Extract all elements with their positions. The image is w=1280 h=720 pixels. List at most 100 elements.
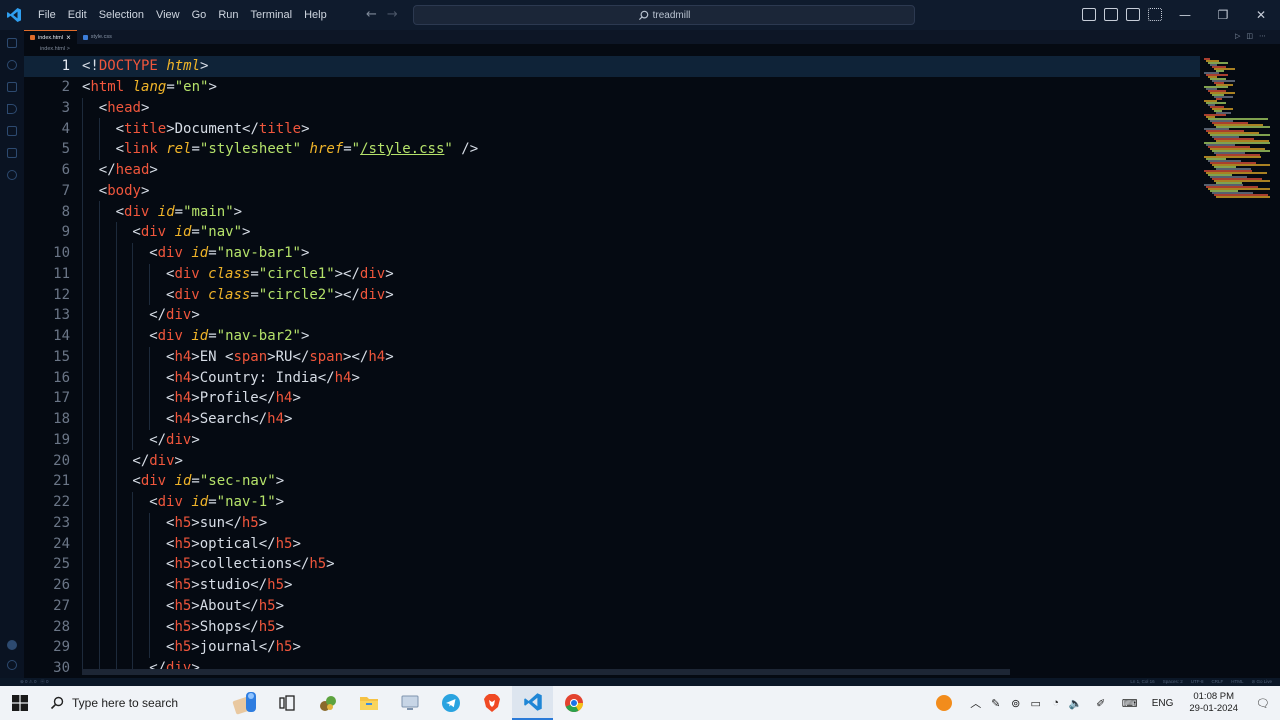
- close-window-button[interactable]: ✕: [1242, 0, 1280, 30]
- widgets-app-icon[interactable]: [225, 686, 266, 720]
- start-button[interactable]: [0, 686, 40, 720]
- menu-selection[interactable]: Selection: [93, 0, 150, 30]
- minimize-button[interactable]: —: [1166, 0, 1204, 30]
- code-line[interactable]: 11 <div class="circle1"></div>: [24, 263, 1200, 285]
- extensions-icon[interactable]: [0, 120, 24, 142]
- vscode-taskbar-icon[interactable]: [512, 686, 553, 720]
- indent-guide: [98, 388, 100, 409]
- code-line[interactable]: 7 <body>: [24, 180, 1200, 202]
- meet-now-icon[interactable]: ⊚: [1006, 686, 1026, 720]
- weather-icon[interactable]: [922, 686, 966, 720]
- toggle-sidebar-icon[interactable]: [1082, 8, 1096, 21]
- game-app-icon[interactable]: [307, 686, 348, 720]
- volume-icon[interactable]: 🔈: [1066, 686, 1086, 720]
- code-editor[interactable]: 1 <!DOCTYPE html> 2 <html lang="en"> 3 <head>…: [24, 56, 1200, 674]
- code-line[interactable]: 14 <div id="nav-bar2">: [24, 325, 1200, 347]
- code-line[interactable]: 8 <div id="main">: [24, 201, 1200, 222]
- more-actions-icon[interactable]: ⋯: [1259, 32, 1266, 40]
- status-bar: ⊗ 0 ⚠ 0 ⓦ 0 Ln 1, Col 16 Spaces: 2 UTF-8 CR…: [0, 678, 1280, 686]
- language-indicator[interactable]: ENG: [1144, 698, 1182, 709]
- monitor-app-icon[interactable]: [389, 686, 430, 720]
- vscode-logo-icon[interactable]: [0, 0, 28, 30]
- breadcrumb[interactable]: index.html >: [24, 44, 70, 54]
- explorer-icon[interactable]: [0, 32, 24, 54]
- code-line[interactable]: 15 <h4>EN <span>RU</span></h4>: [24, 346, 1200, 368]
- toggle-panel-icon[interactable]: [1104, 8, 1118, 21]
- live-share-icon[interactable]: [0, 164, 24, 186]
- code-line[interactable]: 25 <h5>collections</h5>: [24, 554, 1200, 575]
- menu-edit[interactable]: Edit: [62, 0, 93, 30]
- code-line[interactable]: 5 <link rel="stylesheet" href="/style.css…: [24, 139, 1200, 160]
- task-view-icon[interactable]: [266, 686, 307, 720]
- code-line[interactable]: 22 <div id="nav-1">: [24, 491, 1200, 513]
- split-editor-icon[interactable]: ◫: [1246, 32, 1253, 40]
- code-line[interactable]: 16 <h4>Country: India</h4>: [24, 367, 1200, 388]
- menu-file[interactable]: File: [32, 0, 62, 30]
- code-line[interactable]: 6 </head>: [24, 159, 1200, 181]
- notifications-icon[interactable]: 🗨: [1246, 686, 1280, 720]
- menu-help[interactable]: Help: [298, 0, 333, 30]
- source-control-icon[interactable]: [0, 76, 24, 98]
- line-number: 11: [53, 265, 70, 282]
- menu-run[interactable]: Run: [212, 0, 244, 30]
- indent-guide: [132, 491, 134, 513]
- code-line[interactable]: 27 <h5>About</h5>: [24, 595, 1200, 617]
- code-line[interactable]: 2 <html lang="en">: [24, 77, 1200, 98]
- code-line[interactable]: 29 <h5>journal</h5>: [24, 637, 1200, 658]
- clock[interactable]: 01:08 PM 29-01-2024: [1181, 691, 1246, 715]
- file-explorer-icon[interactable]: [348, 686, 389, 720]
- telegram-icon[interactable]: [430, 686, 471, 720]
- code-text: <h5>journal</h5>: [166, 639, 301, 656]
- indent-guide: [98, 139, 100, 160]
- toggle-secondary-sidebar-icon[interactable]: [1126, 8, 1140, 21]
- status-right[interactable]: Ln 1, Col 16 Spaces: 2 UTF-8 CRLF HTML ⊘ Go L…: [1130, 679, 1272, 685]
- code-line[interactable]: 23 <h5>sun</h5>: [24, 512, 1200, 534]
- code-line[interactable]: 4 <title>Document</title>: [24, 118, 1200, 139]
- command-center-search[interactable]: treadmill: [413, 5, 915, 25]
- tab-style-css[interactable]: style.css: [77, 30, 118, 44]
- code-line[interactable]: 12 <div class="circle2"></div>: [24, 284, 1200, 305]
- code-line[interactable]: 9 <div id="nav">: [24, 222, 1200, 243]
- accounts-icon[interactable]: [0, 634, 24, 656]
- code-line[interactable]: 19 </div>: [24, 429, 1200, 451]
- taskbar-search[interactable]: Type here to search: [40, 686, 250, 720]
- minimap[interactable]: [1200, 56, 1274, 206]
- code-line[interactable]: 24 <h5>optical</h5>: [24, 533, 1200, 554]
- run-icon[interactable]: ▷: [1235, 32, 1240, 40]
- code-text: </div>: [132, 452, 183, 469]
- brave-browser-icon[interactable]: [471, 686, 512, 720]
- menu-view[interactable]: View: [150, 0, 186, 30]
- chrome-browser-icon[interactable]: [553, 686, 594, 720]
- code-line[interactable]: 21 <div id="sec-nav">: [24, 471, 1200, 492]
- touch-keyboard-icon[interactable]: ⌨: [1116, 686, 1144, 720]
- close-tab-icon[interactable]: ×: [66, 33, 71, 42]
- code-line[interactable]: 28 <h5>Shops</h5>: [24, 616, 1200, 637]
- code-line[interactable]: 26 <h5>studio</h5>: [24, 574, 1200, 596]
- line-number: 28: [53, 618, 70, 635]
- code-line[interactable]: 1 <!DOCTYPE html>: [24, 56, 1200, 77]
- code-line[interactable]: 17 <h4>Profile</h4>: [24, 388, 1200, 409]
- code-line[interactable]: 18 <h4>Search</h4>: [24, 408, 1200, 430]
- horizontal-scrollbar[interactable]: [82, 669, 1010, 675]
- menu-terminal[interactable]: Terminal: [245, 0, 299, 30]
- pen-icon[interactable]: ✎: [986, 686, 1006, 720]
- remote-explorer-icon[interactable]: [0, 142, 24, 164]
- code-line[interactable]: 20 </div>: [24, 450, 1200, 471]
- manage-gear-icon[interactable]: [0, 654, 24, 676]
- code-line[interactable]: 3 <head>: [24, 97, 1200, 119]
- forward-arrow-icon[interactable]: →: [387, 7, 398, 22]
- wifi-icon[interactable]: ◔: [1046, 686, 1066, 720]
- customize-layout-icon[interactable]: [1148, 8, 1162, 21]
- run-debug-icon[interactable]: [0, 98, 24, 120]
- stylus-icon[interactable]: ✐: [1086, 686, 1116, 720]
- code-line[interactable]: 13 </div>: [24, 305, 1200, 326]
- tab-index-html[interactable]: index.html ×: [24, 30, 77, 44]
- code-line[interactable]: 10 <div id="nav-bar1">: [24, 242, 1200, 264]
- menu-go[interactable]: Go: [186, 0, 213, 30]
- maximize-button[interactable]: ❐: [1204, 0, 1242, 30]
- search-view-icon[interactable]: [0, 54, 24, 76]
- show-hidden-icons-chevron-icon[interactable]: ︿: [966, 686, 986, 720]
- battery-icon[interactable]: ▭: [1026, 686, 1046, 720]
- back-arrow-icon[interactable]: ←: [366, 7, 377, 22]
- status-left[interactable]: ⊗ 0 ⚠ 0 ⓦ 0: [20, 679, 49, 685]
